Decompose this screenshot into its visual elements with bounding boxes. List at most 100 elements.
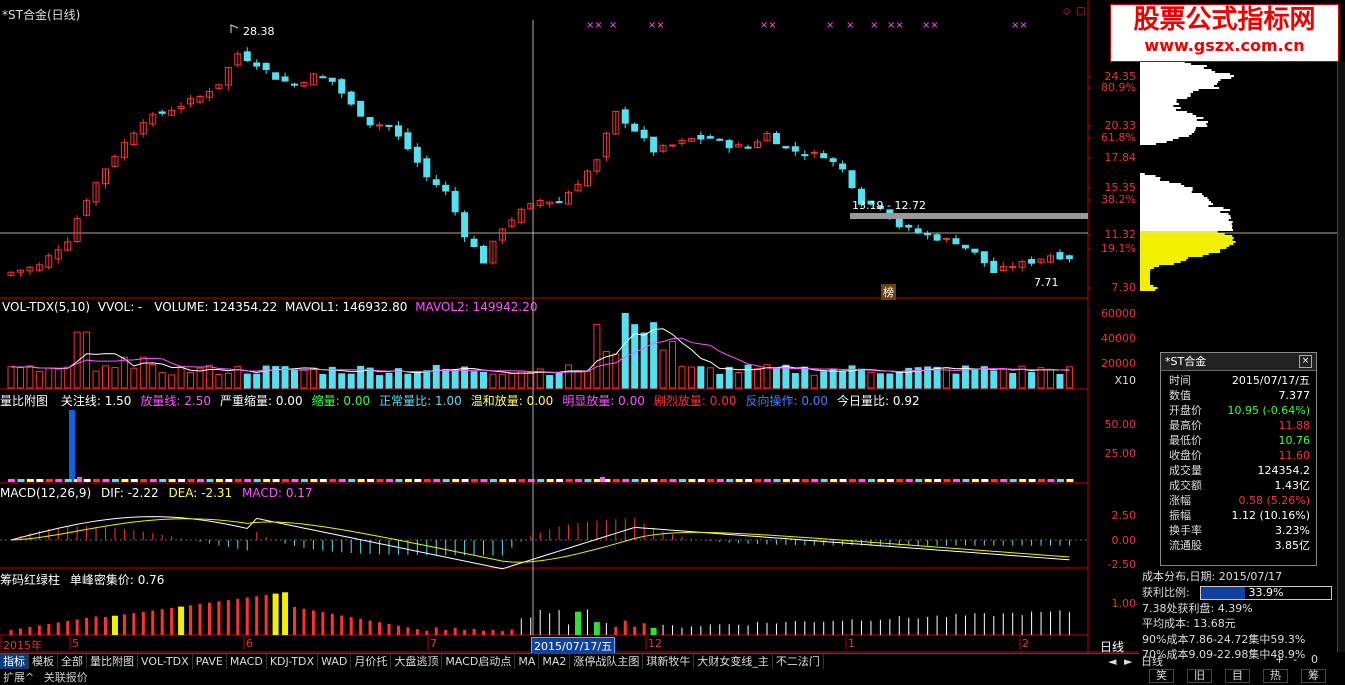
ratio-bar (839, 479, 847, 482)
chip-column (530, 617, 532, 635)
ratio-bar (716, 479, 724, 482)
volume-bar (347, 373, 355, 389)
chip-column (738, 624, 740, 635)
tab-3[interactable]: 量比附图 (87, 654, 138, 669)
volume-bar (744, 364, 752, 389)
tab-7[interactable]: KDJ-TDX (267, 654, 319, 669)
tab-15[interactable]: 琪新牧牛 (643, 654, 695, 669)
chip-column (349, 617, 353, 635)
macd-axis-label: 2.50 (1111, 509, 1137, 522)
ratio-bar (452, 479, 460, 482)
ratio-bar (600, 477, 605, 482)
rb-tab-2[interactable]: 目 (1225, 669, 1250, 683)
volume-bar (858, 368, 865, 389)
chip-column (936, 615, 938, 635)
ratio-bar (348, 479, 356, 482)
candle-body (1065, 255, 1073, 260)
ratio-bar (915, 479, 923, 482)
tab-17[interactable]: 不二法门 (773, 654, 824, 669)
tab-11[interactable]: MACD启动点 (442, 654, 516, 669)
info-key: 涨幅 (1169, 494, 1191, 507)
volume-bar (168, 374, 176, 389)
volume-bar (413, 371, 421, 389)
tab-scroll-right-icon[interactable]: ► (1121, 654, 1135, 669)
chip-column (111, 615, 118, 635)
chip-column (766, 622, 768, 635)
tab-2[interactable]: 全部 (58, 654, 87, 669)
chip-column (425, 630, 429, 635)
ratio-bar (244, 479, 252, 482)
candle-body (461, 212, 469, 238)
candle-body (272, 72, 280, 80)
related-quote-button[interactable]: 关联报价 (41, 671, 91, 684)
tab-1[interactable]: 模板 (29, 654, 58, 669)
tab-5[interactable]: PAVE (193, 654, 227, 669)
rb-tab-1[interactable]: 旧 (1187, 669, 1212, 683)
chip-column (66, 621, 70, 635)
volume-bar (876, 373, 884, 389)
ratio-bar (1009, 479, 1017, 482)
volume-bar (423, 370, 431, 389)
chip-column (444, 629, 448, 635)
chip-column (406, 627, 410, 635)
volume-bar (886, 373, 894, 389)
rb-tab-3[interactable]: 热 (1263, 669, 1288, 683)
tab-scroll-left-icon[interactable]: ◄ (1105, 654, 1119, 669)
ratio-item: 放量线: 2.50 (140, 394, 211, 408)
close-icon[interactable]: × (1299, 355, 1312, 368)
tab-9[interactable]: 月价托 (351, 654, 392, 669)
signal-marker: ×× (760, 20, 777, 31)
diamond-icon[interactable]: ◇ (1063, 6, 1071, 17)
volume-bar (669, 341, 676, 389)
volume-bar (7, 366, 15, 389)
vol-vvol: VVOL: - (97, 300, 143, 314)
volume-bar (517, 370, 525, 389)
signal-marker: ×× (922, 20, 939, 31)
ratio-bar (471, 479, 479, 482)
candle-body (990, 260, 998, 274)
chip-column (160, 609, 164, 635)
info-value: 1.12 (10.16%) (1231, 509, 1310, 522)
macd-value: MACD: 0.17 (242, 486, 313, 500)
tab-13[interactable]: MA2 (539, 654, 571, 669)
chip-column (37, 625, 41, 635)
right-scrollbar[interactable] (1337, 62, 1345, 652)
tab-12[interactable]: MA (515, 654, 540, 669)
tab-8[interactable]: WAD (318, 654, 352, 669)
ratio-bar (631, 479, 639, 482)
ratio-bar (93, 479, 101, 482)
ratio-bar (338, 479, 346, 482)
rb-tab-4[interactable]: 筹 (1301, 669, 1326, 683)
volume-bar (442, 368, 450, 389)
info-key: 换手率 (1169, 524, 1202, 537)
rb-tab-0[interactable]: 笑 (1149, 669, 1174, 683)
candle-body (328, 77, 336, 82)
cost-title: 成本分布,日期: 2015/07/17 (1142, 570, 1283, 583)
chip-column (198, 604, 202, 635)
volume-bar (1056, 373, 1064, 389)
square-icon[interactable]: □ (1076, 6, 1085, 17)
macd-axis-label: 0.00 (1111, 534, 1137, 547)
tab-4[interactable]: VOL-TDX (138, 654, 193, 669)
ratio-bar (253, 479, 261, 482)
volume-bar (706, 367, 714, 389)
price-axis-label: 38.2% (1101, 193, 1136, 206)
chip-column (908, 617, 910, 635)
quote-info-panel[interactable]: *ST合金 × 时间 2015/07/17/五 数值 7.377 开盘价 10.95 (-… (1160, 352, 1317, 566)
candle-body (933, 234, 941, 241)
volume-bar (678, 366, 686, 389)
info-value: 10.76 (1278, 434, 1311, 447)
volume-bar (574, 371, 582, 389)
volume-bar (498, 373, 506, 389)
tab-0[interactable]: 指标 (0, 654, 29, 669)
expand-button[interactable]: 扩展^ (0, 671, 37, 684)
tab-6[interactable]: MACD (227, 654, 267, 669)
ratio-bar (1019, 479, 1027, 482)
tab-16[interactable]: 大财女变线_主 (694, 654, 773, 669)
tab-10[interactable]: 大盘逃顶 (391, 654, 443, 669)
macd-indicator-name: MACD(12,26,9) (0, 486, 92, 500)
candle-body (432, 179, 440, 186)
tab-14[interactable]: 涨停战队主图 (570, 654, 644, 669)
candle-body (281, 76, 289, 82)
info-value: 11.88 (1278, 419, 1311, 432)
